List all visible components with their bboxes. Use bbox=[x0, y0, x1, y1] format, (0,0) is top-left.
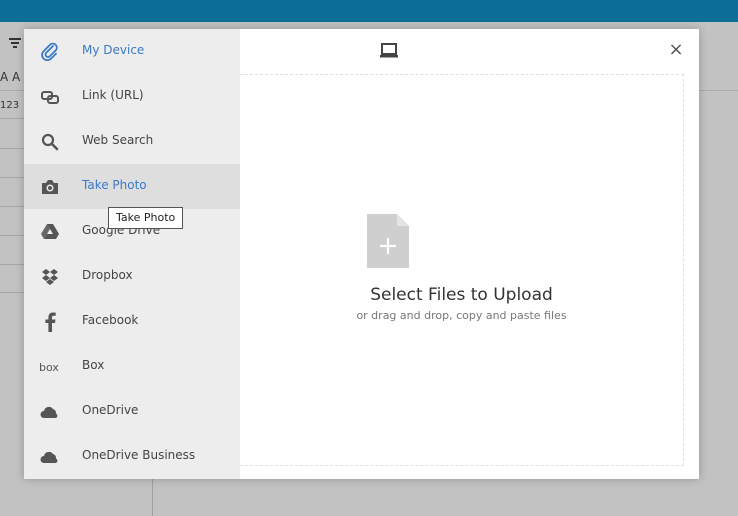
source-label: Take Photo bbox=[82, 178, 147, 192]
source-label: Facebook bbox=[82, 313, 139, 327]
search-icon bbox=[39, 131, 61, 153]
dropbox-icon bbox=[39, 266, 61, 288]
row-divider bbox=[0, 264, 24, 265]
source-sidebar: My Device Link (URL) Web Search Take Pho… bbox=[24, 29, 240, 479]
google-drive-icon bbox=[39, 221, 61, 243]
onedrive-icon bbox=[39, 401, 61, 423]
svg-text:box: box bbox=[39, 361, 59, 373]
source-label: My Device bbox=[82, 43, 145, 57]
row-divider bbox=[0, 206, 24, 207]
source-onedrive-business[interactable]: OneDrive Business bbox=[24, 434, 240, 479]
camera-icon bbox=[39, 176, 61, 198]
paperclip-icon bbox=[39, 41, 61, 63]
cell-value: 123 bbox=[0, 100, 20, 111]
app-top-bar bbox=[0, 0, 738, 22]
source-link-url[interactable]: Link (URL) bbox=[24, 74, 240, 119]
row-divider bbox=[0, 148, 24, 149]
upload-subtitle: or drag and drop, copy and paste files bbox=[356, 309, 567, 322]
source-my-device[interactable]: My Device bbox=[24, 29, 240, 74]
row-divider bbox=[0, 235, 24, 236]
drop-zone[interactable]: Select Files to Upload or drag and drop,… bbox=[240, 74, 684, 466]
column-divider bbox=[152, 478, 153, 516]
source-label: Link (URL) bbox=[82, 88, 144, 102]
source-label: OneDrive Business bbox=[82, 448, 196, 462]
facebook-icon bbox=[39, 311, 61, 333]
source-label: Dropbox bbox=[82, 268, 133, 282]
close-button[interactable]: × bbox=[666, 40, 686, 60]
source-box[interactable]: box Box bbox=[24, 344, 240, 389]
row-divider bbox=[0, 118, 24, 119]
add-file-icon bbox=[367, 214, 409, 268]
row-divider bbox=[0, 292, 24, 293]
column-type-label: A A bbox=[0, 70, 21, 84]
source-onedrive[interactable]: OneDrive bbox=[24, 389, 240, 434]
upload-title: Select Files to Upload bbox=[370, 285, 553, 305]
onedrive-business-icon bbox=[39, 446, 61, 468]
upload-panel: × Select Files to Upload or drag and dro… bbox=[240, 29, 699, 479]
row-divider bbox=[0, 177, 24, 178]
laptop-icon bbox=[380, 43, 398, 58]
source-label: OneDrive bbox=[82, 403, 139, 417]
filter-icon bbox=[9, 38, 21, 48]
source-dropbox[interactable]: Dropbox bbox=[24, 254, 240, 299]
link-icon bbox=[39, 86, 61, 108]
source-web-search[interactable]: Web Search bbox=[24, 119, 240, 164]
tooltip: Take Photo bbox=[108, 207, 184, 229]
source-label: Web Search bbox=[82, 133, 154, 147]
source-label: Box bbox=[82, 358, 105, 372]
box-icon: box bbox=[39, 356, 61, 378]
file-picker-dialog: My Device Link (URL) Web Search Take Pho… bbox=[24, 29, 699, 479]
source-facebook[interactable]: Facebook bbox=[24, 299, 240, 344]
source-take-photo[interactable]: Take Photo bbox=[24, 164, 240, 209]
